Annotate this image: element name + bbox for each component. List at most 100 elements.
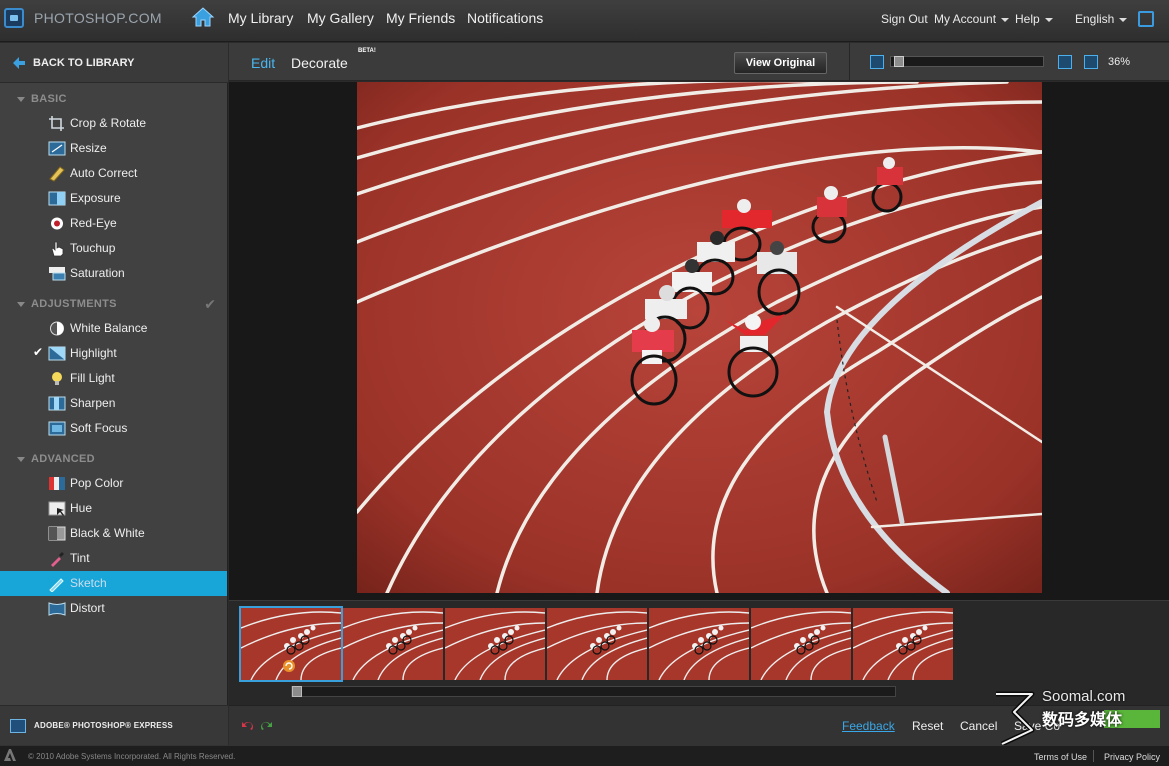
nav-my-library[interactable]: My Library — [228, 10, 293, 26]
tool-touchup[interactable]: Touchup — [0, 236, 227, 261]
fullscreen-icon[interactable] — [1138, 11, 1154, 27]
nav-my-friends[interactable]: My Friends — [386, 10, 455, 26]
tool-exposure[interactable]: Exposure — [0, 186, 227, 211]
undo-icon[interactable] — [241, 718, 255, 732]
tool-label: Hue — [70, 501, 93, 515]
tool-red-eye[interactable]: Red-Eye — [0, 211, 227, 236]
help-menu[interactable]: Help — [1015, 12, 1053, 26]
distort-icon — [48, 602, 66, 616]
edited-photo[interactable] — [357, 82, 1042, 593]
zoom-fit-icon[interactable] — [870, 55, 884, 69]
help-label: Help — [1015, 12, 1040, 26]
photoshop-logo-icon — [4, 8, 24, 28]
action-bar: Feedback Reset Cancel Save Co Soomal.com… — [229, 688, 1169, 746]
tool-label: Auto Correct — [70, 166, 138, 180]
zoom-percentage: 36% — [1108, 56, 1131, 68]
back-to-library-button[interactable]: BACK TO LIBRARY — [0, 43, 228, 83]
chevron-down-icon — [1044, 17, 1053, 22]
light-bulb-icon — [52, 372, 62, 385]
filmstrip-scroll-thumb[interactable] — [292, 686, 302, 697]
nav-my-gallery[interactable]: My Gallery — [307, 10, 374, 26]
zoom-actual-size-icon[interactable] — [1084, 55, 1098, 69]
section-advanced-label: ADVANCED — [31, 453, 95, 465]
check-icon: ✔ — [204, 296, 216, 312]
tool-label: Resize — [70, 141, 107, 155]
highlight-icon — [48, 346, 66, 361]
sharpen-icon — [48, 396, 66, 411]
tool-tint[interactable]: Tint — [0, 546, 227, 571]
copyright-text: © 2010 Adobe Systems Incorporated. All R… — [28, 752, 236, 761]
thumbnail-image — [241, 608, 341, 680]
watermark-site: Soomal.com — [1042, 688, 1126, 705]
filmstrip-scrollbar[interactable] — [291, 686, 896, 697]
tool-highlight[interactable]: ✔ Highlight — [0, 341, 227, 366]
effect-thumbnail[interactable] — [343, 608, 443, 680]
reset-button[interactable]: Reset — [912, 719, 943, 733]
product-footer: ADOBE® PHOTOSHOP® EXPRESS — [0, 705, 228, 745]
eyedropper-icon — [51, 552, 64, 567]
tool-white-balance[interactable]: White Balance — [0, 316, 227, 341]
my-account-menu[interactable]: My Account — [934, 12, 1010, 26]
tool-sketch[interactable]: Sketch — [0, 571, 227, 596]
language-menu[interactable]: English — [1075, 12, 1128, 26]
soft-focus-icon — [48, 421, 66, 436]
effect-thumbnail[interactable] — [853, 608, 953, 680]
photoshop-express-editor: PHOTOSHOP.COM My Library My Gallery My F… — [0, 0, 1169, 766]
tool-saturation[interactable]: Saturation — [0, 261, 227, 286]
zoom-slider[interactable] — [890, 56, 1044, 67]
home-icon[interactable] — [191, 6, 215, 28]
tool-soft-focus[interactable]: Soft Focus — [0, 416, 227, 441]
tool-hue[interactable]: Hue — [0, 496, 227, 521]
red-eye-icon — [51, 217, 63, 230]
terms-of-use-link[interactable]: Terms of Use — [1034, 752, 1087, 762]
white-balance-icon — [50, 321, 64, 336]
soomal-watermark: Soomal.com 数码多媒体 — [992, 688, 1162, 748]
tool-crop-rotate[interactable]: Crop & Rotate — [0, 111, 227, 136]
watermark-chinese: 数码多媒体 — [1042, 712, 1123, 729]
tool-auto-correct[interactable]: Auto Correct — [0, 161, 227, 186]
sign-out-link[interactable]: Sign Out — [881, 12, 928, 26]
resize-icon — [48, 141, 66, 156]
section-advanced[interactable]: ADVANCED — [0, 448, 228, 470]
feedback-link[interactable]: Feedback — [842, 719, 895, 733]
effect-thumbnail[interactable] — [751, 608, 851, 680]
brand-name: PHOTOSHOP.COM — [34, 10, 162, 26]
tool-fill-light[interactable]: Fill Light — [0, 366, 227, 391]
photoshop-express-logo-icon — [10, 718, 26, 733]
tool-pop-color[interactable]: Pop Color — [0, 471, 227, 496]
zoom-in-icon[interactable] — [1058, 55, 1072, 69]
pencil-icon — [49, 578, 64, 592]
pop-color-icon — [49, 477, 65, 490]
tab-edit[interactable]: Edit — [251, 55, 275, 71]
thumbnail-image — [649, 608, 749, 680]
editor-header: Edit Decorate BETA! View Original — [229, 43, 849, 81]
tool-resize[interactable]: Resize — [0, 136, 227, 161]
tools-sidebar: BACK TO LIBRARY BASIC Crop & Rotate Resi… — [0, 43, 228, 705]
soomal-logo-icon — [996, 691, 1035, 746]
redo-icon[interactable] — [259, 718, 273, 732]
my-account-label: My Account — [934, 12, 997, 26]
zoom-slider-thumb[interactable] — [894, 56, 904, 67]
thumbnail-image — [751, 608, 851, 680]
effect-thumbnail[interactable] — [547, 608, 647, 680]
language-label: English — [1075, 12, 1115, 26]
effect-thumbnail[interactable] — [445, 608, 545, 680]
nav-notifications[interactable]: Notifications — [467, 10, 543, 26]
section-basic[interactable]: BASIC — [0, 88, 228, 110]
beta-badge: BETA! — [358, 48, 376, 54]
image-canvas[interactable] — [229, 82, 1169, 600]
photoshop-logo[interactable]: PHOTOSHOP.COM — [4, 8, 162, 28]
tool-label: Pop Color — [70, 476, 124, 490]
tool-distort[interactable]: Distort — [0, 596, 227, 621]
effect-thumbnail[interactable] — [239, 606, 343, 682]
thumbnail-image — [547, 608, 647, 680]
tool-black-white[interactable]: Black & White — [0, 521, 227, 546]
tool-label: Crop & Rotate — [70, 116, 147, 130]
view-original-button[interactable]: View Original — [734, 52, 827, 74]
collapse-triangle-icon — [17, 301, 25, 307]
tool-sharpen[interactable]: Sharpen — [0, 391, 227, 416]
tab-decorate[interactable]: Decorate — [291, 55, 348, 71]
section-adjustments[interactable]: ADJUSTMENTS ✔ — [0, 293, 228, 315]
privacy-policy-link[interactable]: Privacy Policy — [1104, 752, 1160, 762]
effect-thumbnail[interactable] — [649, 608, 749, 680]
